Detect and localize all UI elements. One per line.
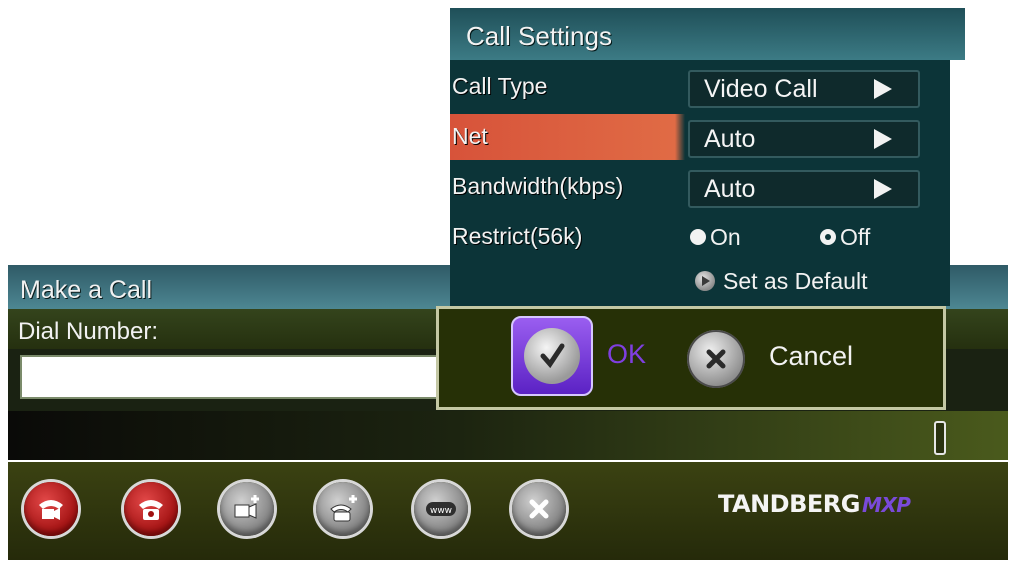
restrict-off-radio[interactable]: Off (820, 222, 870, 252)
net-select[interactable]: Auto (688, 120, 920, 158)
arrow-right-icon (874, 179, 892, 199)
svg-text:www: www (430, 506, 452, 516)
call-type-label: Call Type (452, 73, 548, 99)
add-video-icon (234, 495, 259, 519)
phone-call-icon (139, 500, 163, 520)
check-icon (524, 328, 580, 384)
scroll-handle[interactable] (934, 421, 946, 455)
restrict-label: Restrict(56k) (452, 223, 583, 249)
add-video-button[interactable] (220, 482, 274, 536)
net-label: Net (452, 123, 488, 149)
call-type-value: Video Call (704, 75, 818, 103)
video-call-button[interactable] (24, 482, 78, 536)
ok-button[interactable] (511, 316, 593, 396)
arrow-right-icon (874, 129, 892, 149)
set-as-default-button[interactable]: Set as Default (695, 266, 867, 296)
restrict-on-radio[interactable]: On (690, 222, 741, 252)
bandwidth-select[interactable]: Auto (688, 170, 920, 208)
close-icon (706, 349, 726, 369)
video-call-icon (39, 500, 63, 520)
net-value: Auto (704, 125, 756, 153)
web-button[interactable]: www (414, 482, 468, 536)
cancel-label[interactable]: Cancel (769, 341, 853, 372)
brand-model: MXP (861, 493, 911, 517)
dial-number-input[interactable] (20, 355, 440, 399)
restrict-off-label: Off (840, 224, 871, 250)
cancel-button[interactable] (687, 330, 745, 388)
ok-label[interactable]: OK (607, 339, 646, 370)
add-phone-icon (330, 495, 357, 522)
set-as-default-label: Set as Default (723, 268, 868, 294)
arrow-right-icon (874, 79, 892, 99)
make-call-status-strip (8, 411, 1008, 460)
bottom-toolbar: www TANDBERG MXP (8, 462, 1008, 560)
bandwidth-label: Bandwidth(kbps) (452, 173, 624, 199)
restrict-row: Restrict(56k) On Off (450, 214, 950, 260)
call-type-select[interactable]: Video Call (688, 70, 920, 108)
call-type-row: Call Type Video Call (450, 64, 950, 110)
dialog-action-bar: OK Cancel (436, 306, 946, 410)
bandwidth-row: Bandwidth(kbps) Auto (450, 164, 950, 210)
close-icon (529, 499, 549, 519)
restrict-on-label: On (710, 224, 741, 250)
call-settings-title: Call Settings (450, 8, 965, 60)
play-icon (695, 270, 715, 291)
bandwidth-value: Auto (704, 175, 756, 203)
radio-unselected-icon (690, 228, 706, 245)
voice-call-button[interactable] (124, 482, 178, 536)
close-button[interactable] (512, 482, 566, 536)
radio-selected-icon (820, 228, 836, 245)
brand-logo: TANDBERG MXP (718, 490, 911, 530)
brand-name: TANDBERG (718, 490, 860, 518)
call-settings-dialog: Call Settings Call Type Video Call Net A… (450, 8, 965, 306)
add-phone-button[interactable] (316, 482, 370, 536)
net-row: Net Auto (450, 114, 950, 160)
www-icon: www (426, 502, 456, 516)
